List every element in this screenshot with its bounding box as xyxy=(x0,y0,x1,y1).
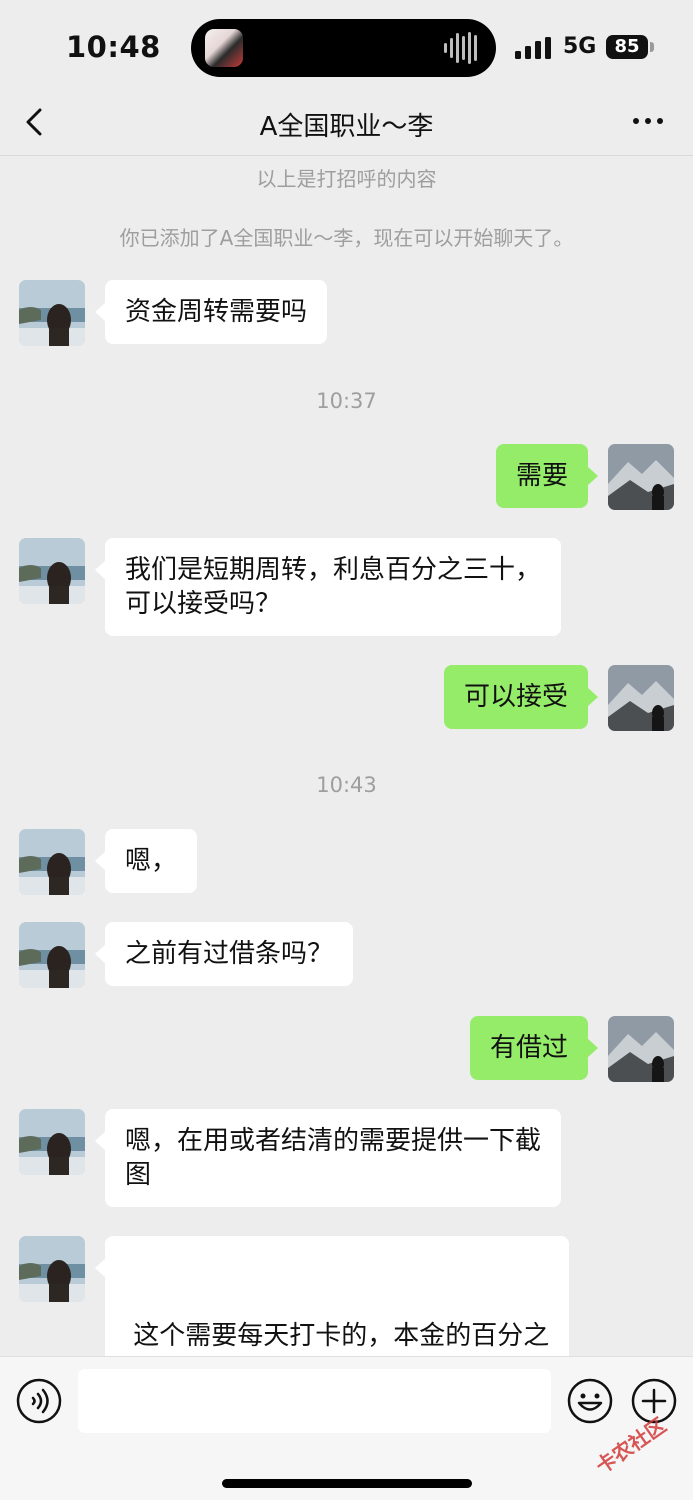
emoji-icon[interactable] xyxy=(567,1378,613,1424)
timestamp: 10:37 xyxy=(316,389,377,413)
contact-avatar[interactable] xyxy=(19,538,85,604)
message-line: 图 xyxy=(125,1160,152,1190)
message-composer xyxy=(0,1356,693,1500)
status-bar: 10:48 5G 85 xyxy=(0,0,693,90)
audio-waveform-icon xyxy=(444,32,477,64)
contact-avatar[interactable] xyxy=(19,280,85,346)
message-input[interactable] xyxy=(78,1369,551,1433)
message-line: 我们是短期周转，利息百分之三十， xyxy=(125,555,542,585)
battery-tip xyxy=(650,42,654,52)
message-bubble-incoming[interactable]: 资金周转需要吗 xyxy=(94,280,328,344)
contact-avatar[interactable] xyxy=(19,1236,85,1302)
battery-icon: 85 xyxy=(606,35,648,59)
message-bubble-incoming[interactable]: 我们是短期周转，利息百分之三十， 可以接受吗？ xyxy=(94,538,562,636)
my-avatar[interactable] xyxy=(608,665,674,731)
message-bubble-outgoing[interactable]: 需要 xyxy=(495,444,599,508)
now-playing-app-icon xyxy=(205,29,243,67)
contact-avatar[interactable] xyxy=(19,922,85,988)
message-line: 嗯，在用或者结清的需要提供一下截 xyxy=(125,1126,542,1156)
more-dots-icon[interactable] xyxy=(628,106,668,136)
message-bubble-incoming[interactable]: 之前有过借条吗？ xyxy=(94,922,354,986)
message-bubble-outgoing[interactable]: 可以接受 xyxy=(443,665,599,729)
network-type: 5G xyxy=(563,34,597,59)
message-line: 可以接受吗？ xyxy=(125,589,282,619)
voice-icon[interactable] xyxy=(16,1378,62,1424)
message-bubble-incoming[interactable]: 嗯， xyxy=(94,829,198,893)
my-avatar[interactable] xyxy=(608,444,674,510)
added-contact-note: 你已添加了A全国职业～李，现在可以开始聊天了。 xyxy=(119,226,574,250)
home-indicator xyxy=(222,1479,472,1488)
message-line: 这个需要每天打卡的，本金的百分之 xyxy=(125,1321,550,1351)
cellular-signal-icon xyxy=(515,37,551,59)
dynamic-island xyxy=(191,19,496,77)
contact-avatar[interactable] xyxy=(19,1109,85,1175)
message-bubble-incoming[interactable]: 嗯，在用或者结清的需要提供一下截 图 xyxy=(94,1109,562,1207)
message-bubble-outgoing[interactable]: 有借过 xyxy=(469,1016,599,1080)
contact-avatar[interactable] xyxy=(19,829,85,895)
chat-header: A全国职业～李 xyxy=(0,90,693,156)
greeting-note: 以上是打招呼的内容 xyxy=(256,167,437,191)
status-time: 10:48 xyxy=(66,30,161,64)
my-avatar[interactable] xyxy=(608,1016,674,1082)
chat-title: A全国职业～李 xyxy=(259,112,434,142)
timestamp: 10:43 xyxy=(316,773,377,797)
